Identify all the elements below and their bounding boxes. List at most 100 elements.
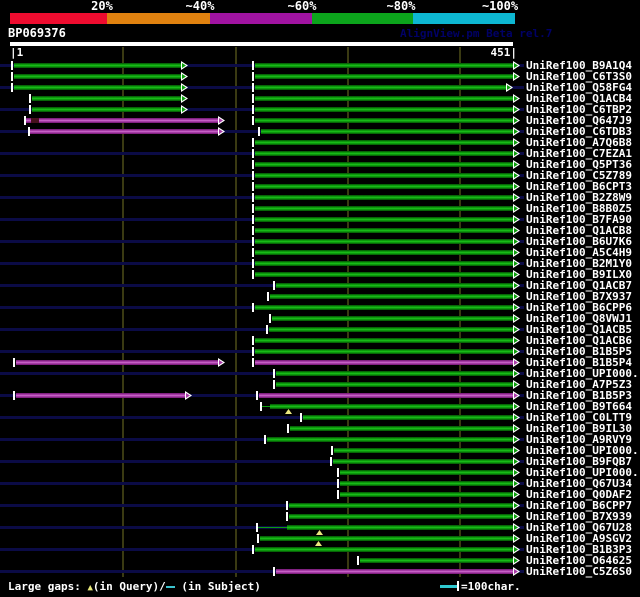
alignment-bar[interactable]	[255, 360, 513, 365]
hsp-arrowhead[interactable]	[513, 237, 520, 246]
hsp-arrowhead[interactable]	[513, 446, 520, 455]
hsp-arrowhead[interactable]	[513, 457, 520, 466]
alignment-bar[interactable]	[16, 360, 218, 365]
hsp-arrowhead[interactable]	[513, 369, 520, 378]
subject-label[interactable]: UniRef100_C5Z6S0	[526, 566, 632, 577]
hsp-arrowhead[interactable]	[513, 182, 520, 191]
alignment-bar[interactable]	[360, 558, 513, 563]
hsp-arrowhead[interactable]	[513, 391, 520, 400]
alignment-bar[interactable]	[289, 503, 513, 508]
alignment-bar[interactable]	[255, 250, 513, 255]
hsp-arrowhead[interactable]	[513, 303, 520, 312]
alignment-bar[interactable]	[276, 382, 513, 387]
alignment-bar[interactable]	[255, 184, 513, 189]
alignment-bar[interactable]	[14, 74, 181, 79]
hsp-arrowhead[interactable]	[513, 314, 520, 323]
hsp-arrowhead[interactable]	[513, 358, 520, 367]
hsp-arrowhead[interactable]	[513, 501, 520, 510]
alignment-bar[interactable]	[334, 448, 513, 453]
alignment-bar[interactable]	[261, 129, 513, 134]
alignment-bar[interactable]	[276, 569, 513, 574]
hsp-arrowhead[interactable]	[513, 292, 520, 301]
alignment-bar[interactable]	[290, 426, 513, 431]
hsp-arrowhead[interactable]	[513, 281, 520, 290]
hsp-arrowhead[interactable]	[181, 105, 188, 114]
alignment-bar[interactable]	[340, 492, 513, 497]
hsp-arrowhead[interactable]	[513, 193, 520, 202]
hsp-arrowhead[interactable]	[513, 61, 520, 70]
alignment-bar[interactable]	[255, 349, 513, 354]
alignment-bar[interactable]	[32, 96, 181, 101]
alignment-bar[interactable]	[16, 393, 185, 398]
hsp-arrowhead[interactable]	[513, 94, 520, 103]
alignment-bar[interactable]	[255, 228, 513, 233]
alignment-bar[interactable]	[255, 261, 513, 266]
alignment-bar[interactable]	[255, 206, 513, 211]
alignment-bar[interactable]	[255, 173, 513, 178]
hsp-arrowhead[interactable]	[185, 391, 192, 400]
alignment-bar[interactable]	[272, 316, 513, 321]
hsp-arrowhead[interactable]	[513, 490, 520, 499]
alignment-bar[interactable]	[14, 63, 181, 68]
hsp-arrowhead[interactable]	[513, 105, 520, 114]
alignment-bar[interactable]	[276, 283, 513, 288]
hsp-arrowhead[interactable]	[218, 127, 225, 136]
alignment-bar[interactable]	[14, 85, 181, 90]
alignment-bar[interactable]	[287, 525, 513, 530]
alignment-bar[interactable]	[340, 481, 513, 486]
hsp-arrowhead[interactable]	[513, 160, 520, 169]
alignment-bar[interactable]	[255, 151, 513, 156]
hsp-arrowhead[interactable]	[513, 171, 520, 180]
hsp-arrowhead[interactable]	[513, 270, 520, 279]
hsp-arrowhead[interactable]	[513, 149, 520, 158]
hsp-arrowhead[interactable]	[513, 226, 520, 235]
alignment-bar[interactable]	[30, 129, 218, 134]
hsp-arrowhead[interactable]	[218, 358, 225, 367]
hsp-arrowhead[interactable]	[513, 116, 520, 125]
alignment-bar[interactable]	[270, 294, 513, 299]
hsp-arrowhead[interactable]	[513, 556, 520, 565]
hsp-arrowhead[interactable]	[513, 479, 520, 488]
hsp-arrowhead[interactable]	[513, 204, 520, 213]
alignment-bar[interactable]	[289, 514, 513, 519]
hsp-arrowhead[interactable]	[513, 424, 520, 433]
alignment-bar[interactable]	[32, 107, 181, 112]
alignment-bar[interactable]	[31, 118, 39, 123]
hsp-arrowhead[interactable]	[513, 138, 520, 147]
alignment-bar[interactable]	[255, 195, 513, 200]
alignment-bar[interactable]	[270, 404, 513, 409]
alignment-bar[interactable]	[259, 393, 513, 398]
alignment-bar[interactable]	[255, 217, 513, 222]
alignment-bar[interactable]	[255, 239, 513, 244]
alignment-bar[interactable]	[255, 96, 513, 101]
alignment-bar[interactable]	[255, 547, 513, 552]
hsp-arrowhead[interactable]	[513, 523, 520, 532]
alignment-bar[interactable]	[255, 305, 513, 310]
hsp-arrowhead[interactable]	[513, 512, 520, 521]
hsp-arrowhead[interactable]	[513, 347, 520, 356]
alignment-bar[interactable]	[303, 415, 513, 420]
hsp-arrowhead[interactable]	[181, 94, 188, 103]
alignment-bar[interactable]	[333, 459, 513, 464]
alignment-bar[interactable]	[276, 371, 513, 376]
alignment-bar[interactable]	[269, 327, 513, 332]
hsp-arrowhead[interactable]	[218, 116, 225, 125]
alignment-bar[interactable]	[255, 63, 513, 68]
alignment-bar[interactable]	[267, 437, 513, 442]
alignment-bar[interactable]	[255, 162, 513, 167]
hsp-arrowhead[interactable]	[513, 435, 520, 444]
alignment-bar[interactable]	[255, 118, 513, 123]
hsp-arrowhead[interactable]	[513, 72, 520, 81]
alignment-bar[interactable]	[255, 74, 513, 79]
hsp-arrowhead[interactable]	[181, 83, 188, 92]
alignment-bar[interactable]	[255, 85, 506, 90]
hsp-arrowhead[interactable]	[513, 336, 520, 345]
alignment-bar[interactable]	[340, 470, 513, 475]
hsp-arrowhead[interactable]	[513, 413, 520, 422]
hsp-arrowhead[interactable]	[181, 72, 188, 81]
hsp-arrowhead[interactable]	[513, 545, 520, 554]
hsp-arrowhead[interactable]	[181, 61, 188, 70]
hsp-arrowhead[interactable]	[513, 402, 520, 411]
hsp-arrowhead[interactable]	[513, 248, 520, 257]
hsp-arrowhead[interactable]	[513, 380, 520, 389]
